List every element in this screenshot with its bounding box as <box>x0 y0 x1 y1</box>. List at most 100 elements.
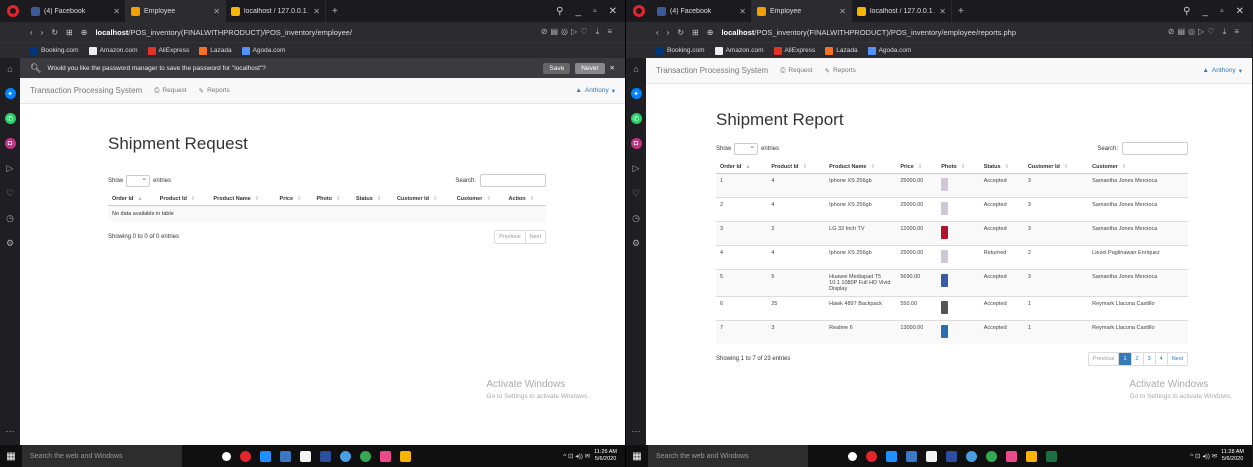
page-2-button[interactable]: 2 <box>1132 353 1144 365</box>
page-3-button[interactable]: 3 <box>1144 353 1156 365</box>
close-icon[interactable]: ✕ <box>213 7 220 16</box>
column-header[interactable]: Customer ⇕ <box>1088 161 1188 174</box>
settings-icon[interactable]: ⚙ <box>6 238 14 249</box>
tab-employee[interactable]: Employee ✕ <box>126 0 226 22</box>
app-icon[interactable] <box>946 450 957 462</box>
save-password-button[interactable]: Save <box>543 62 571 74</box>
cortana-icon[interactable] <box>222 451 231 461</box>
history-icon[interactable]: ◷ <box>632 213 640 224</box>
excel-icon[interactable] <box>1046 450 1057 462</box>
chrome-icon[interactable] <box>340 450 351 462</box>
column-header[interactable]: Customer Id ⇕ <box>1023 161 1089 174</box>
restore-button[interactable]: ▫ <box>1220 6 1224 17</box>
store-icon[interactable] <box>906 450 917 462</box>
column-header[interactable]: Order Id ▲ <box>108 193 156 206</box>
address-actions[interactable]: ⊘▤◎▷♡ ⤓ ≡ <box>1168 27 1252 37</box>
store-icon[interactable] <box>280 450 291 462</box>
entries-select[interactable] <box>126 174 151 187</box>
user-menu[interactable]: ▲ Anthony ▾ <box>575 87 615 95</box>
media-icon[interactable] <box>380 450 391 462</box>
tab-phpmyadmin[interactable]: localhost / 127.0.0.1 / pos... ✕ <box>226 0 326 22</box>
grid-icon[interactable]: ⊞ <box>692 28 699 37</box>
taskbar-search[interactable]: Search the web and Windows <box>22 445 182 467</box>
bookmark-booking[interactable]: Booking.com <box>656 46 705 55</box>
column-header[interactable]: Product Name ⇕ <box>209 193 276 206</box>
previous-button[interactable]: Previous <box>1089 353 1120 365</box>
nav-reports[interactable]: ✎ Reports <box>199 87 230 95</box>
opera-logo-icon[interactable] <box>0 0 26 22</box>
column-header[interactable]: Product Id ⇕ <box>767 161 826 174</box>
column-header[interactable]: Photo ⇕ <box>312 193 352 206</box>
search-icon[interactable]: ⚲ <box>556 6 563 17</box>
app-brand[interactable]: Transaction Processing System <box>30 86 142 95</box>
column-header[interactable]: Product Id ⇕ <box>155 193 210 206</box>
files-icon[interactable] <box>300 450 311 462</box>
nav-reports[interactable]: ✎ Reports <box>825 67 856 75</box>
search-input[interactable] <box>1122 142 1188 155</box>
tray-icons[interactable]: ^ ⊡ ◂)) ✉ <box>563 452 590 460</box>
whatsapp-icon[interactable]: ✆ <box>4 113 16 124</box>
close-icon[interactable]: ✕ <box>610 64 615 72</box>
column-header[interactable]: Status ⇕ <box>979 161 1024 174</box>
player-icon[interactable]: ▷ <box>633 163 640 174</box>
xampp-icon[interactable] <box>400 450 411 462</box>
cortana-icon[interactable] <box>848 451 857 461</box>
home-icon[interactable]: ⌂ <box>7 64 12 74</box>
player-icon[interactable]: ▷ <box>7 163 14 174</box>
close-icon[interactable]: ✕ <box>739 7 746 16</box>
opera-icon[interactable] <box>866 450 877 462</box>
bookmark-agoda[interactable]: Agoda.com <box>241 46 285 55</box>
never-button[interactable]: Never <box>575 62 605 74</box>
column-header[interactable]: Price ⇕ <box>275 193 313 206</box>
page-1-button[interactable]: 1 <box>1119 353 1132 365</box>
opera-logo-icon[interactable] <box>626 0 652 22</box>
close-icon[interactable]: ✕ <box>113 7 120 16</box>
bookmark-lazada[interactable]: Lazada <box>825 46 858 55</box>
bookmark-agoda[interactable]: Agoda.com <box>867 46 911 55</box>
home-icon[interactable]: ⌂ <box>633 64 638 74</box>
close-window-button[interactable]: ✕ <box>1236 6 1244 17</box>
forward-icon[interactable]: › <box>41 28 44 37</box>
reload-icon[interactable]: ↻ <box>677 28 684 37</box>
address-actions[interactable]: ⊘▤◎▷♡ ⤓ ≡ <box>541 27 625 37</box>
close-icon[interactable]: ✕ <box>839 7 846 16</box>
bookmark-aliexpress[interactable]: AliExpress <box>147 46 189 55</box>
next-button[interactable]: Next <box>526 231 545 243</box>
forward-icon[interactable]: › <box>667 28 670 37</box>
column-header[interactable]: Price ⇕ <box>896 161 938 174</box>
bookmark-booking[interactable]: Booking.com <box>30 46 79 55</box>
clock[interactable]: 11:28 AM 5/6/2020 <box>1221 449 1244 463</box>
url-field[interactable]: localhost/POS_inventory(FINALWITHPRODUCT… <box>95 28 352 37</box>
reload-icon[interactable]: ↻ <box>51 28 58 37</box>
whatsapp-icon[interactable]: ✆ <box>630 113 642 124</box>
app-brand[interactable]: Transaction Processing System <box>656 66 768 75</box>
taskbar-search[interactable]: Search the web and Windows <box>648 445 808 467</box>
files-icon[interactable] <box>926 450 937 462</box>
windows-start-icon[interactable]: ▦ <box>626 451 648 462</box>
column-header[interactable]: Customer Id ⇕ <box>392 193 453 206</box>
column-header[interactable]: Product Name ⇕ <box>825 161 897 174</box>
back-icon[interactable]: ‹ <box>30 28 33 37</box>
nav-request[interactable]: ⎙ Request <box>780 67 812 75</box>
heart-icon[interactable]: ♡ <box>632 188 640 199</box>
close-window-button[interactable]: ✕ <box>609 6 617 17</box>
instagram-icon[interactable]: ◘ <box>630 138 642 149</box>
bookmark-aliexpress[interactable]: AliExpress <box>773 46 815 55</box>
url-field[interactable]: localhost/POS_inventory(FINALWITHPRODUCT… <box>721 28 1016 37</box>
tab-facebook[interactable]: (4) Facebook ✕ <box>26 0 126 22</box>
browser-icon[interactable] <box>360 450 371 462</box>
restore-button[interactable]: ▫ <box>593 6 597 17</box>
nav-request[interactable]: ⎙ Request <box>154 87 186 95</box>
history-icon[interactable]: ◷ <box>6 213 14 224</box>
app-icon[interactable] <box>320 450 331 462</box>
next-button[interactable]: Next <box>1168 353 1187 365</box>
opera-icon[interactable] <box>240 450 251 462</box>
media-icon[interactable] <box>1006 450 1017 462</box>
edge-icon[interactable] <box>260 450 271 462</box>
new-tab-button[interactable]: + <box>952 6 970 17</box>
xampp-icon[interactable] <box>1026 450 1037 462</box>
search-input[interactable] <box>480 174 546 187</box>
tab-facebook[interactable]: (4) Facebook ✕ <box>652 0 752 22</box>
column-header[interactable]: Status ⇕ <box>351 193 393 206</box>
column-header[interactable]: Action ⇕ <box>504 193 546 206</box>
